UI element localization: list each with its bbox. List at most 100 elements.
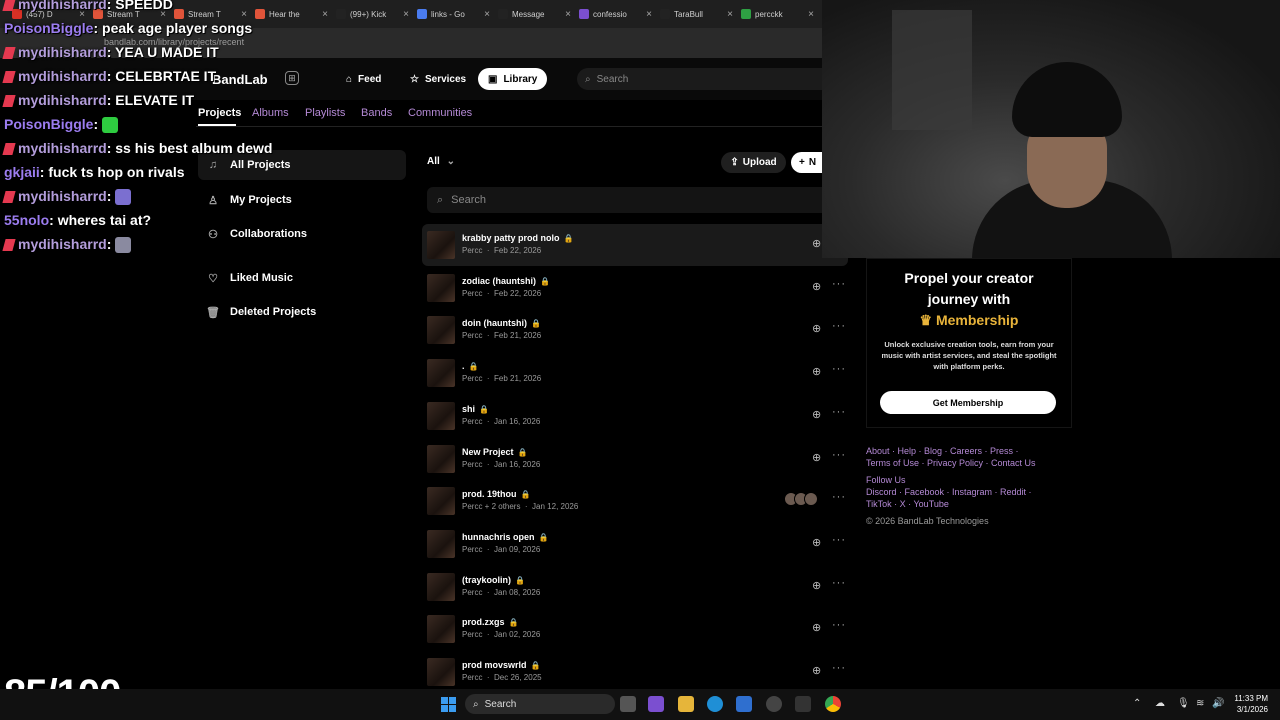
projects-search-input[interactable]: ⌕ Search (427, 187, 822, 213)
more-options-icon[interactable]: ··· (832, 320, 846, 332)
close-icon[interactable]: × (646, 9, 652, 20)
browser-tab[interactable]: Message × (494, 3, 575, 25)
sidebar-item-collaborations[interactable]: ⚇ Collaborations (198, 219, 406, 249)
file-explorer-icon[interactable] (678, 696, 694, 712)
project-title[interactable]: hunnachris open (462, 532, 535, 542)
more-options-icon[interactable]: ··· (832, 449, 846, 461)
chat-username[interactable]: mydihisharrd (18, 236, 107, 252)
project-artist[interactable]: Percc (462, 246, 482, 255)
project-row[interactable]: hunnachris open 🔒 Percc · Jan 09, 2026 ⊕ ··· (422, 523, 848, 565)
project-row[interactable]: zodiac (hauntshi) 🔒 Percc · Feb 22, 2026 ⊕ ·… (422, 267, 848, 309)
apps-icon[interactable]: ⊞ (285, 71, 299, 85)
get-membership-button[interactable]: Get Membership (880, 391, 1056, 414)
more-options-icon[interactable]: ··· (832, 619, 846, 631)
chevron-up-icon[interactable]: ⌃ (1133, 698, 1141, 709)
chat-username[interactable]: PoisonBiggle (4, 20, 93, 36)
browser-tab[interactable]: TaraBull × (656, 3, 737, 25)
nav-feed[interactable]: ⌂ Feed (336, 68, 391, 90)
more-options-icon[interactable]: ··· (832, 534, 846, 546)
project-artist[interactable]: Percc (462, 630, 482, 639)
close-icon[interactable]: × (565, 9, 571, 20)
project-thumbnail[interactable] (427, 231, 455, 259)
chat-username[interactable]: mydihisharrd (18, 0, 107, 12)
project-artist[interactable]: Percc (462, 331, 482, 340)
project-artist[interactable]: Percc (462, 545, 482, 554)
project-artist[interactable]: Percc (462, 673, 482, 682)
browser-tab[interactable]: confessio × (575, 3, 656, 25)
wifi-icon[interactable]: ≋ (1196, 698, 1204, 709)
chat-username[interactable]: mydihisharrd (18, 68, 107, 84)
chat-username[interactable]: 55nolo (4, 212, 49, 228)
project-thumbnail[interactable] (427, 444, 455, 473)
project-title[interactable]: prod movswrld (462, 660, 527, 670)
footer-links-1[interactable]: About · Help · Blog · Careers · Press · (866, 446, 1019, 456)
collaborate-icon[interactable]: ⊕ (812, 621, 821, 634)
project-row[interactable]: prod movswrld 🔒 Percc · Dec 26, 2025 ⊕ ··· (422, 651, 848, 693)
project-row[interactable]: prod. 19thou 🔒 Percc + 2 others · Jan 12, … (422, 480, 848, 522)
project-thumbnail[interactable] (427, 316, 455, 345)
collaborate-icon[interactable]: ⊕ (812, 451, 821, 464)
browser-tab[interactable]: Hear the × (251, 3, 332, 25)
browser-tab[interactable]: percckk × (737, 3, 818, 25)
chat-username[interactable]: gkjaii (4, 164, 40, 180)
project-title[interactable]: (traykoolin) (462, 575, 511, 585)
more-options-icon[interactable]: ··· (832, 662, 846, 674)
chat-username[interactable]: mydihisharrd (18, 188, 107, 204)
microphone-icon[interactable]: 🎙 (1177, 698, 1190, 709)
collaborate-icon[interactable]: ⊕ (812, 322, 821, 335)
collaborate-icon[interactable]: ⊕ (812, 365, 821, 378)
tab-projects[interactable]: Projects (198, 107, 241, 119)
store-icon[interactable] (736, 696, 752, 712)
network-icon[interactable]: ☁ (1155, 698, 1165, 709)
project-artist[interactable]: Percc + 2 others (462, 502, 520, 511)
project-artist[interactable]: Percc (462, 460, 482, 469)
footer-social-1[interactable]: Discord · Facebook · Instagram · Reddit … (866, 487, 1032, 497)
collaborate-icon[interactable]: ⊕ (812, 408, 821, 421)
chat-username[interactable]: mydihisharrd (18, 140, 107, 156)
filter-dropdown[interactable]: All ⌄ (427, 156, 455, 167)
close-icon[interactable]: × (727, 9, 733, 20)
project-thumbnail[interactable] (427, 359, 455, 388)
tab-playlists[interactable]: Playlists (305, 107, 345, 119)
project-row[interactable]: (traykoolin) 🔒 Percc · Jan 08, 2026 ⊕ ··· (422, 566, 848, 608)
copilot-icon[interactable] (648, 696, 664, 712)
upload-button[interactable]: ⇪ Upload (721, 152, 786, 173)
project-artist[interactable]: Percc (462, 374, 482, 383)
project-thumbnail[interactable] (427, 615, 455, 644)
project-title[interactable]: prod. 19thou (462, 489, 517, 499)
task-view-icon[interactable] (620, 696, 636, 712)
tab-bands[interactable]: Bands (361, 107, 392, 119)
footer-social-2[interactable]: TikTok · X · YouTube (866, 499, 949, 509)
header-search-input[interactable]: ⌕ Search (577, 68, 822, 90)
chat-username[interactable]: mydihisharrd (18, 44, 107, 60)
project-title[interactable]: shi (462, 404, 475, 414)
edge-icon[interactable] (707, 696, 723, 712)
tab-communities[interactable]: Communities (408, 107, 472, 119)
close-icon[interactable]: × (808, 9, 814, 20)
browser-tab[interactable]: links - Go × (413, 3, 494, 25)
taskbar-clock[interactable]: 11:33 PM 3/1/2026 (1228, 693, 1268, 715)
project-artist[interactable]: Percc (462, 289, 482, 298)
more-options-icon[interactable]: ··· (832, 406, 846, 418)
collaborate-icon[interactable]: ⊕ (812, 579, 821, 592)
project-title[interactable]: prod.zxgs (462, 617, 505, 627)
browser-tab[interactable]: (99+) Kick × (332, 3, 413, 25)
chat-username[interactable]: mydihisharrd (18, 92, 107, 108)
volume-icon[interactable]: 🔊 (1212, 698, 1224, 709)
project-row[interactable]: krabby patty prod nolo 🔒 Percc · Feb 22, 2… (422, 224, 848, 266)
project-title[interactable]: . (462, 361, 465, 371)
project-artist[interactable]: Percc (462, 588, 482, 597)
project-row[interactable]: . 🔒 Percc · Feb 21, 2026 ⊕ ··· (422, 352, 848, 394)
close-icon[interactable]: × (403, 9, 409, 20)
project-artist[interactable]: Percc (462, 417, 482, 426)
project-row[interactable]: prod.zxgs 🔒 Percc · Jan 02, 2026 ⊕ ··· (422, 608, 848, 650)
project-title[interactable]: zodiac (hauntshi) (462, 276, 536, 286)
collaborate-icon[interactable]: ⊕ (812, 664, 821, 677)
project-title[interactable]: krabby patty prod nolo (462, 233, 560, 243)
more-options-icon[interactable]: ··· (832, 363, 846, 375)
sidebar-item-liked-music[interactable]: ♡ Liked Music (198, 263, 406, 293)
project-title[interactable]: doin (hauntshi) (462, 318, 527, 328)
tab-albums[interactable]: Albums (252, 107, 289, 119)
windows-start-icon[interactable] (441, 697, 456, 712)
project-thumbnail[interactable] (427, 529, 455, 558)
